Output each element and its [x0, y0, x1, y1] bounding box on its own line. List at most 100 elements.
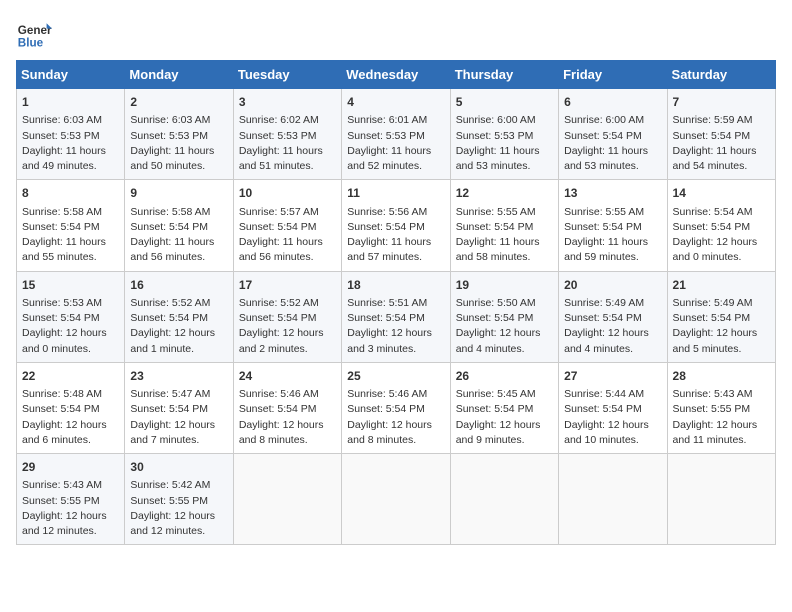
daylight: Daylight: 12 hours and 9 minutes. [456, 419, 541, 446]
sunrise: Sunrise: 5:58 AM [130, 206, 210, 218]
daylight: Daylight: 11 hours and 55 minutes. [22, 236, 106, 263]
daylight: Daylight: 12 hours and 0 minutes. [22, 327, 107, 354]
day-number: 13 [564, 185, 661, 202]
daylight: Daylight: 12 hours and 12 minutes. [130, 510, 215, 537]
daylight: Daylight: 12 hours and 7 minutes. [130, 419, 215, 446]
sunset: Sunset: 5:55 PM [673, 403, 751, 415]
day-cell: 12Sunrise: 5:55 AMSunset: 5:54 PMDayligh… [450, 180, 558, 271]
day-cell: 9 Sunrise: 5:58 AM Sunset: 5:54 PM Daylight… [125, 180, 233, 271]
sunset: Sunset: 5:54 PM [239, 312, 317, 324]
daylight: Daylight: 11 hours and 59 minutes. [564, 236, 648, 263]
day-cell [233, 454, 341, 545]
day-number: 17 [239, 277, 336, 294]
sunrise: Sunrise: 6:00 AM [456, 114, 536, 126]
day-cell [450, 454, 558, 545]
day-cell: 22Sunrise: 5:48 AMSunset: 5:54 PMDayligh… [17, 362, 125, 453]
day-cell: 27Sunrise: 5:44 AMSunset: 5:54 PMDayligh… [559, 362, 667, 453]
day-number: 24 [239, 368, 336, 385]
logo-icon: General Blue [16, 16, 52, 52]
daylight: Daylight: 11 hours and 52 minutes. [347, 145, 431, 172]
day-number: 23 [130, 368, 227, 385]
daylight: Daylight: 11 hours and 53 minutes. [456, 145, 540, 172]
day-number: 8 [22, 185, 119, 202]
day-cell: 28Sunrise: 5:43 AMSunset: 5:55 PMDayligh… [667, 362, 775, 453]
sunrise: Sunrise: 6:00 AM [564, 114, 644, 126]
sunset: Sunset: 5:54 PM [130, 221, 208, 233]
day-cell: 23 Sunrise: 5:47 AM Sunset: 5:54 PM Dayligh… [125, 362, 233, 453]
day-cell [342, 454, 450, 545]
sunset: Sunset: 5:53 PM [347, 130, 425, 142]
sunset: Sunset: 5:54 PM [456, 312, 534, 324]
day-cell: 16Sunrise: 5:52 AMSunset: 5:54 PMDayligh… [125, 271, 233, 362]
day-cell [559, 454, 667, 545]
sunset: Sunset: 5:53 PM [456, 130, 534, 142]
sunset: Sunset: 5:54 PM [22, 221, 100, 233]
week-row-4: 22 Sunrise: 5:48 AM Sunset: 5:54 PM Dayligh… [17, 362, 776, 453]
daylight: Daylight: 11 hours and 56 minutes. [239, 236, 323, 263]
sunrise: Sunrise: 5:52 AM [239, 297, 319, 309]
daylight: Daylight: 12 hours and 12 minutes. [22, 510, 107, 537]
day-number: 7 [673, 94, 770, 111]
sunrise: Sunrise: 5:49 AM [564, 297, 644, 309]
sunset: Sunset: 5:54 PM [130, 312, 208, 324]
day-number: 16 [130, 277, 227, 294]
sunset: Sunset: 5:54 PM [347, 312, 425, 324]
col-header-sunday: Sunday [17, 61, 125, 89]
sunrise: Sunrise: 5:43 AM [22, 479, 102, 491]
col-header-wednesday: Wednesday [342, 61, 450, 89]
day-cell: 17 Sunrise: 5:52 AM Sunset: 5:54 PM Dayligh… [233, 271, 341, 362]
sunset: Sunset: 5:54 PM [564, 130, 642, 142]
day-cell: 25Sunrise: 5:46 AMSunset: 5:54 PMDayligh… [342, 362, 450, 453]
daylight: Daylight: 12 hours and 6 minutes. [22, 419, 107, 446]
sunset: Sunset: 5:54 PM [130, 403, 208, 415]
daylight: Daylight: 12 hours and 2 minutes. [239, 327, 324, 354]
sunset: Sunset: 5:54 PM [673, 312, 751, 324]
sunset: Sunset: 5:53 PM [239, 130, 317, 142]
day-cell: 1Sunrise: 6:03 AMSunset: 5:53 PMDaylight… [17, 89, 125, 180]
sunrise: Sunrise: 5:55 AM [456, 206, 536, 218]
day-number: 9 [130, 185, 227, 202]
sunrise: Sunrise: 6:01 AM [347, 114, 427, 126]
sunset: Sunset: 5:54 PM [347, 221, 425, 233]
day-number: 15 [22, 277, 119, 294]
day-number: 5 [456, 94, 553, 111]
sunset: Sunset: 5:54 PM [239, 221, 317, 233]
day-number: 26 [456, 368, 553, 385]
sunset: Sunset: 5:54 PM [456, 221, 534, 233]
header-row: SundayMondayTuesdayWednesdayThursdayFrid… [17, 61, 776, 89]
col-header-monday: Monday [125, 61, 233, 89]
sunset: Sunset: 5:53 PM [22, 130, 100, 142]
sunrise: Sunrise: 5:42 AM [130, 479, 210, 491]
day-cell: 13Sunrise: 5:55 AMSunset: 5:54 PMDayligh… [559, 180, 667, 271]
sunrise: Sunrise: 5:49 AM [673, 297, 753, 309]
day-number: 18 [347, 277, 444, 294]
day-cell: 30Sunrise: 5:42 AMSunset: 5:55 PMDayligh… [125, 454, 233, 545]
sunrise: Sunrise: 6:03 AM [130, 114, 210, 126]
day-number: 1 [22, 94, 119, 111]
sunrise: Sunrise: 5:48 AM [22, 388, 102, 400]
sunrise: Sunrise: 5:59 AM [673, 114, 753, 126]
sunrise: Sunrise: 5:43 AM [673, 388, 753, 400]
day-number: 27 [564, 368, 661, 385]
day-cell: 7Sunrise: 5:59 AMSunset: 5:54 PMDaylight… [667, 89, 775, 180]
svg-text:Blue: Blue [18, 37, 44, 50]
daylight: Daylight: 12 hours and 3 minutes. [347, 327, 432, 354]
week-row-5: 29Sunrise: 5:43 AMSunset: 5:55 PMDayligh… [17, 454, 776, 545]
daylight: Daylight: 12 hours and 4 minutes. [456, 327, 541, 354]
day-cell: 19Sunrise: 5:50 AMSunset: 5:54 PMDayligh… [450, 271, 558, 362]
day-number: 22 [22, 368, 119, 385]
sunrise: Sunrise: 5:47 AM [130, 388, 210, 400]
daylight: Daylight: 11 hours and 53 minutes. [564, 145, 648, 172]
day-cell: 24Sunrise: 5:46 AMSunset: 5:54 PMDayligh… [233, 362, 341, 453]
day-number: 20 [564, 277, 661, 294]
daylight: Daylight: 11 hours and 56 minutes. [130, 236, 214, 263]
day-number: 25 [347, 368, 444, 385]
sunrise: Sunrise: 5:55 AM [564, 206, 644, 218]
logo: General Blue [16, 16, 52, 52]
day-number: 21 [673, 277, 770, 294]
day-number: 3 [239, 94, 336, 111]
day-number: 2 [130, 94, 227, 111]
day-cell: 14Sunrise: 5:54 AMSunset: 5:54 PMDayligh… [667, 180, 775, 271]
day-number: 6 [564, 94, 661, 111]
sunset: Sunset: 5:53 PM [130, 130, 208, 142]
